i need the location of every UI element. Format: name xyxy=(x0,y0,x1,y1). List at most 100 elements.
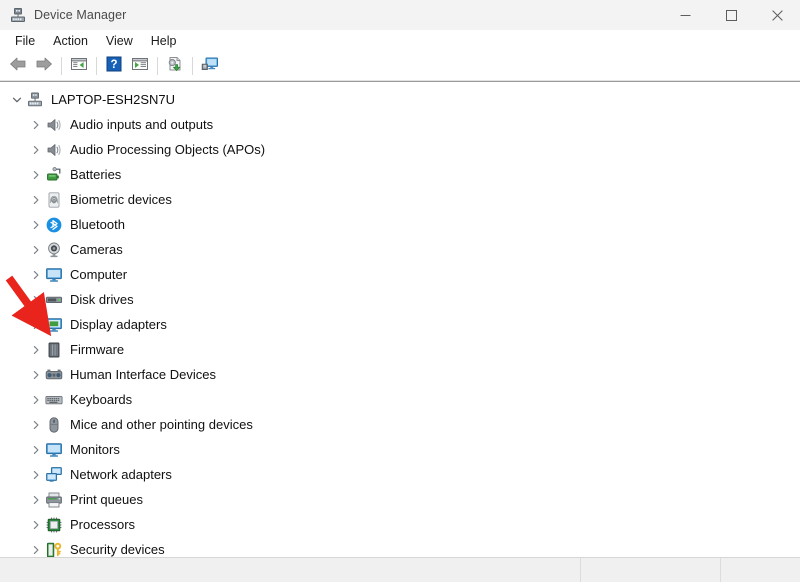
chevron-right-icon[interactable] xyxy=(27,362,45,387)
title-bar: Device Manager xyxy=(0,0,800,30)
properties-button[interactable] xyxy=(127,54,153,78)
chevron-right-icon[interactable] xyxy=(27,462,45,487)
tree-node-label: Cameras xyxy=(70,241,123,259)
tree-node[interactable]: Print queues xyxy=(0,487,800,512)
firmware-chip-icon xyxy=(45,341,63,359)
mouse-icon xyxy=(45,416,63,434)
tree-node[interactable]: Human Interface Devices xyxy=(0,362,800,387)
scan-hardware-changes-button[interactable] xyxy=(197,54,223,78)
tree-node[interactable]: Batteries xyxy=(0,162,800,187)
tree-node-label: Human Interface Devices xyxy=(70,366,216,384)
network-adapter-icon xyxy=(45,466,63,484)
scan-monitor-icon xyxy=(201,56,219,77)
tree-node[interactable]: Biometric devices xyxy=(0,187,800,212)
tree-node-label: Monitors xyxy=(70,441,120,459)
tree-node[interactable]: Disk drives xyxy=(0,287,800,312)
bluetooth-icon xyxy=(45,216,63,234)
tree-node-label: Display adapters xyxy=(70,316,167,334)
chevron-right-icon[interactable] xyxy=(27,287,45,312)
tree-node-label: Mice and other pointing devices xyxy=(70,416,253,434)
processor-icon xyxy=(45,516,63,534)
tree-node-label: Firmware xyxy=(70,341,124,359)
chevron-right-icon[interactable] xyxy=(27,312,45,337)
computer-root-icon xyxy=(26,91,44,109)
maximize-button[interactable] xyxy=(708,0,754,30)
update-driver-icon xyxy=(166,56,184,77)
device-tree[interactable]: LAPTOP-ESH2SN7U Audio inputs and outputs… xyxy=(0,81,800,557)
device-manager-icon xyxy=(10,7,26,23)
menu-bar: File Action View Help xyxy=(0,30,800,52)
security-key-icon xyxy=(45,541,63,558)
tree-node[interactable]: Firmware xyxy=(0,337,800,362)
tree-node[interactable]: Security devices xyxy=(0,537,800,557)
tree-node[interactable]: Audio Processing Objects (APOs) xyxy=(0,137,800,162)
tree-node[interactable]: Processors xyxy=(0,512,800,537)
monitor-icon xyxy=(45,266,63,284)
chevron-right-icon[interactable] xyxy=(27,412,45,437)
toolbar-separator xyxy=(61,57,62,75)
tree-node[interactable]: Computer xyxy=(0,262,800,287)
tree-node-label: Print queues xyxy=(70,491,143,509)
tree-node[interactable]: Mice and other pointing devices xyxy=(0,412,800,437)
tree-node[interactable]: Cameras xyxy=(0,237,800,262)
menu-file[interactable]: File xyxy=(6,31,44,51)
chevron-right-icon[interactable] xyxy=(27,537,45,557)
battery-icon xyxy=(45,166,63,184)
toolbar-separator xyxy=(96,57,97,75)
minimize-button[interactable] xyxy=(662,0,708,30)
printer-icon xyxy=(45,491,63,509)
monitor-icon xyxy=(45,441,63,459)
chevron-right-icon[interactable] xyxy=(27,212,45,237)
chevron-right-icon[interactable] xyxy=(27,512,45,537)
tree-node-label: Biometric devices xyxy=(70,191,172,209)
chevron-right-icon[interactable] xyxy=(27,337,45,362)
tree-node-label: Audio Processing Objects (APOs) xyxy=(70,141,265,159)
tree-node[interactable]: Monitors xyxy=(0,437,800,462)
tree-children-container: Audio inputs and outputs Audio Processing… xyxy=(0,112,800,557)
speaker-icon xyxy=(45,141,63,159)
forward-button[interactable] xyxy=(31,54,57,78)
chevron-right-icon[interactable] xyxy=(27,487,45,512)
tree-node-label: Security devices xyxy=(70,541,165,558)
help-question-icon: ? xyxy=(106,56,122,77)
properties-window-icon xyxy=(131,56,149,77)
tree-node-label: Bluetooth xyxy=(70,216,125,234)
tree-node[interactable]: Audio inputs and outputs xyxy=(0,112,800,137)
tree-node-root[interactable]: LAPTOP-ESH2SN7U xyxy=(0,87,800,112)
chevron-right-icon[interactable] xyxy=(27,237,45,262)
back-arrow-icon xyxy=(9,56,27,77)
chevron-right-icon[interactable] xyxy=(27,112,45,137)
chevron-down-icon[interactable] xyxy=(8,87,26,112)
help-button[interactable]: ? xyxy=(101,54,127,78)
status-bar xyxy=(0,557,800,582)
chevron-right-icon[interactable] xyxy=(27,387,45,412)
menu-action[interactable]: Action xyxy=(44,31,97,51)
tree-node-label: Audio inputs and outputs xyxy=(70,116,213,134)
hid-icon xyxy=(45,366,63,384)
device-manager-window: Device Manager File Action View Help xyxy=(0,0,800,582)
tree-node-label: Batteries xyxy=(70,166,121,184)
chevron-right-icon[interactable] xyxy=(27,162,45,187)
tree-node-label: Disk drives xyxy=(70,291,134,309)
keyboard-icon xyxy=(45,391,63,409)
tree-node[interactable]: Keyboards xyxy=(0,387,800,412)
tree-node[interactable]: Bluetooth xyxy=(0,212,800,237)
chevron-right-icon[interactable] xyxy=(27,187,45,212)
chevron-right-icon[interactable] xyxy=(27,437,45,462)
tree-node[interactable]: Display adapters xyxy=(0,312,800,337)
chevron-right-icon[interactable] xyxy=(27,262,45,287)
back-button[interactable] xyxy=(5,54,31,78)
console-tree-icon xyxy=(70,56,88,77)
tree-node[interactable]: Network adapters xyxy=(0,462,800,487)
toolbar: ? xyxy=(0,52,800,81)
forward-arrow-icon xyxy=(35,56,53,77)
tree-node-label: Keyboards xyxy=(70,391,132,409)
update-driver-button[interactable] xyxy=(162,54,188,78)
speaker-icon xyxy=(45,116,63,134)
show-hide-console-tree-button[interactable] xyxy=(66,54,92,78)
close-button[interactable] xyxy=(754,0,800,30)
chevron-right-icon[interactable] xyxy=(27,137,45,162)
menu-view[interactable]: View xyxy=(97,31,142,51)
tree-node-label: Processors xyxy=(70,516,135,534)
menu-help[interactable]: Help xyxy=(142,31,186,51)
